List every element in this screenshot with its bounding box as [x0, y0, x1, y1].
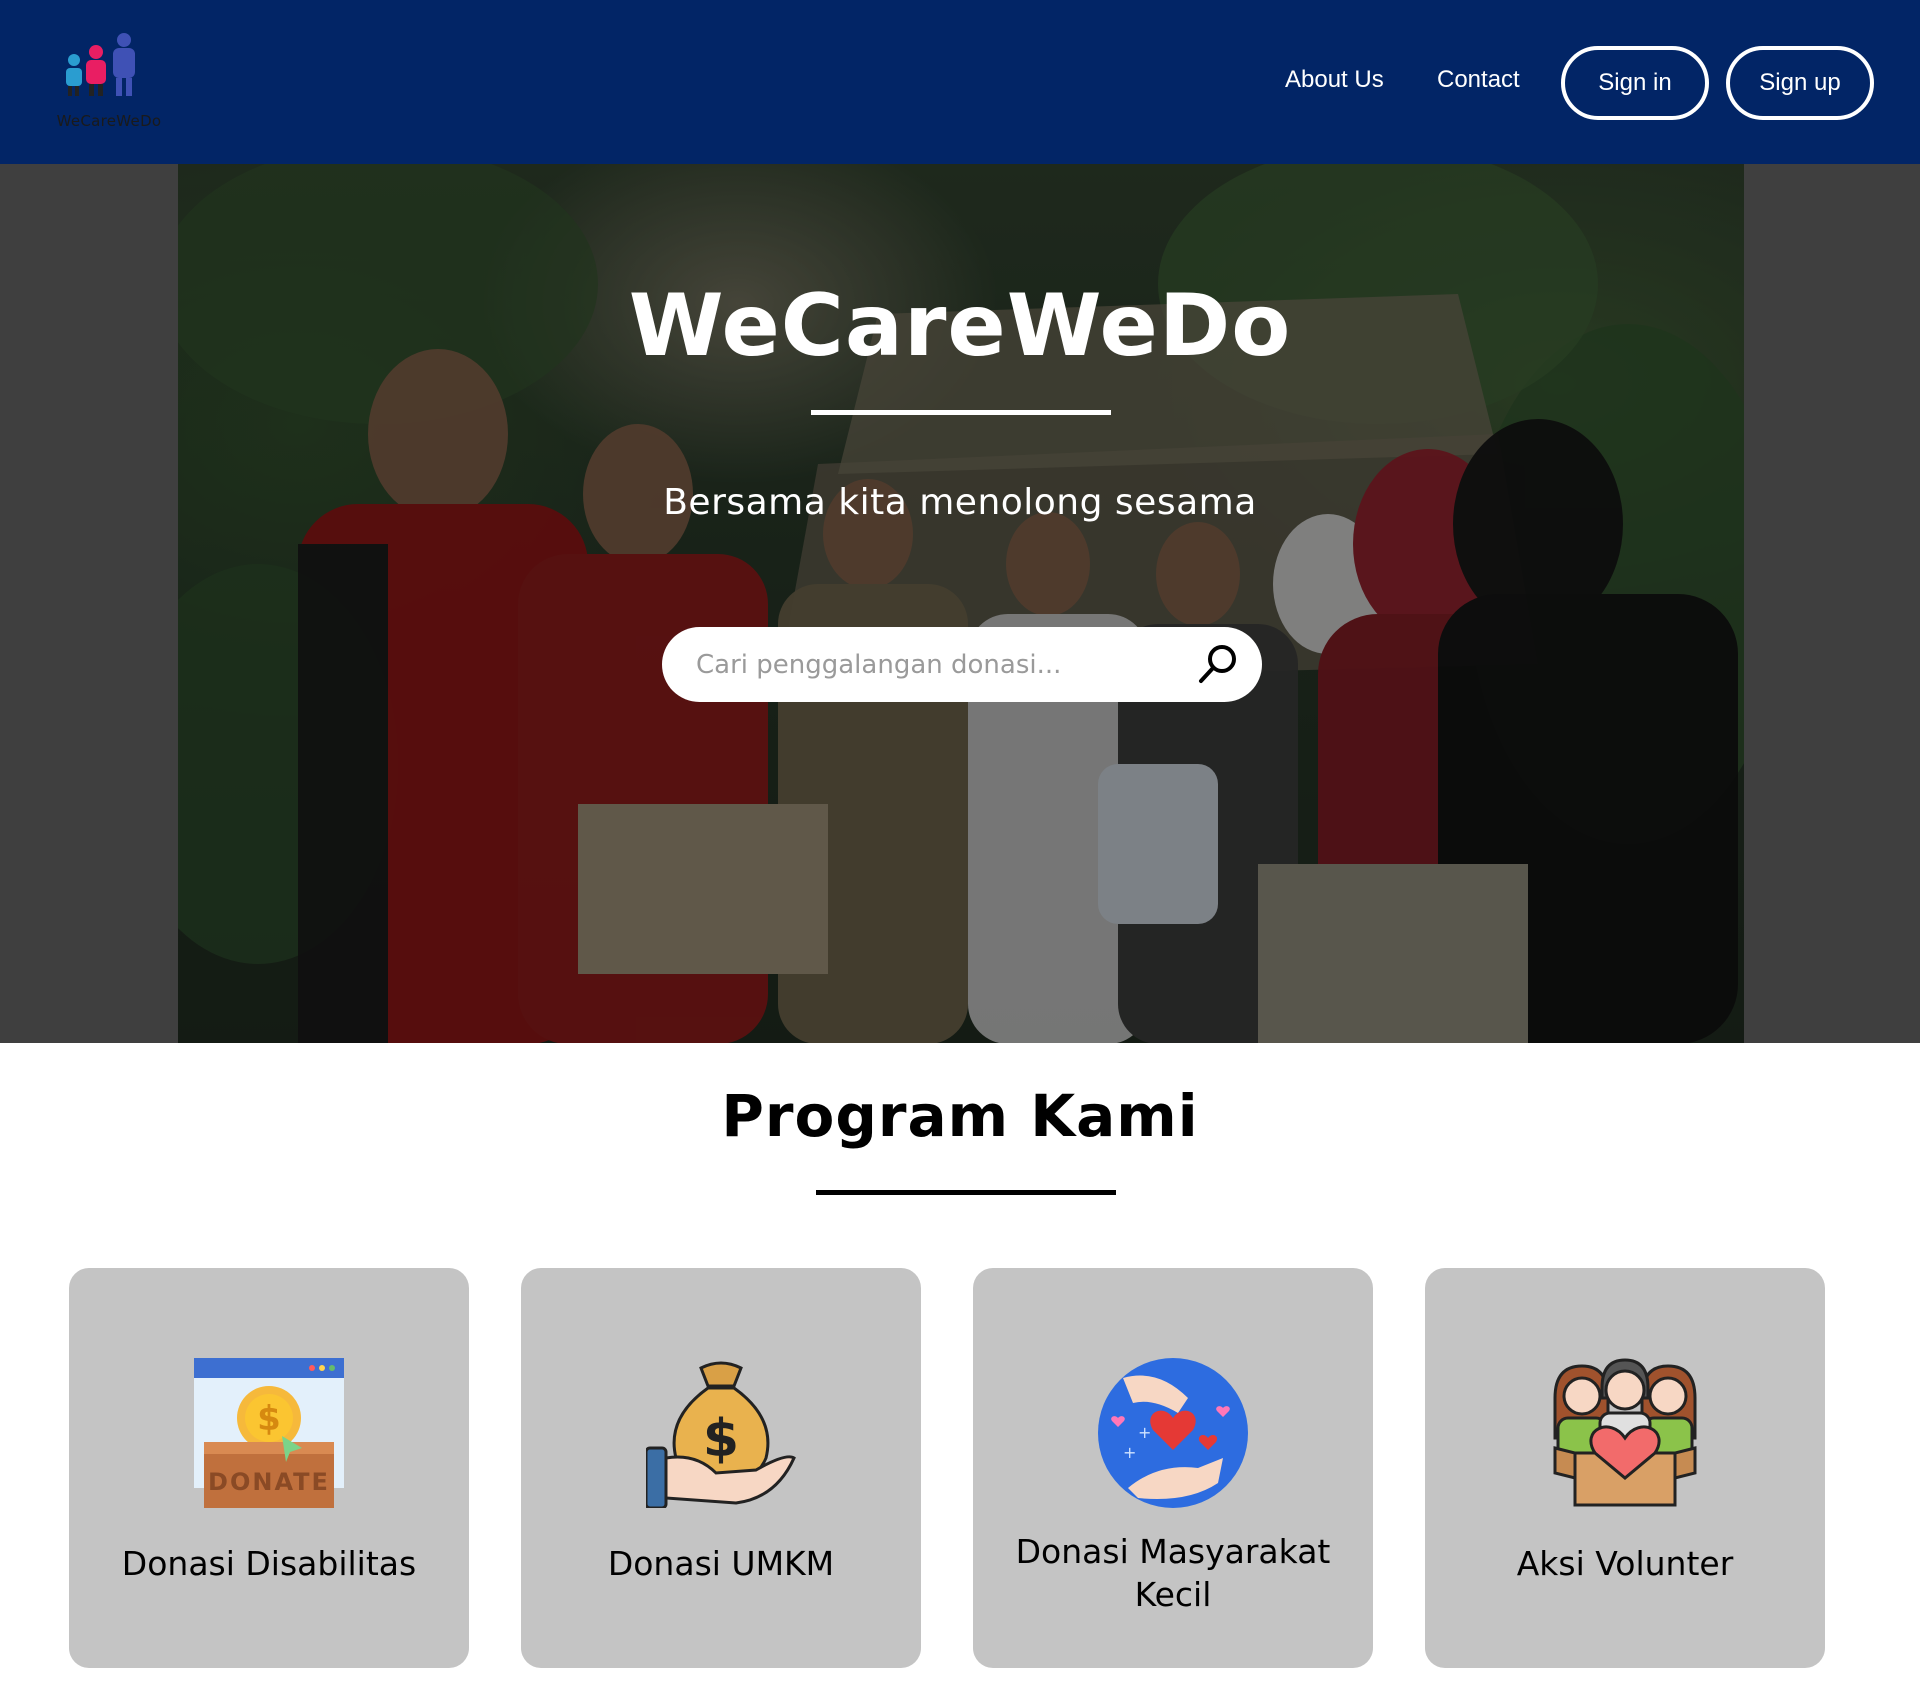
- volunteers-icon: [1553, 1358, 1697, 1507]
- hero-subtitle: Bersama kita menolong sesama: [663, 482, 1257, 523]
- svg-text:$: $: [703, 1409, 739, 1469]
- charity-hands-icon: + +: [1098, 1358, 1248, 1508]
- nav-link-about-us[interactable]: About Us: [1285, 66, 1384, 94]
- svg-text:$: $: [257, 1399, 281, 1439]
- search-bar: [662, 627, 1262, 702]
- hero-title: WeCareWeDo: [628, 276, 1292, 376]
- navbar: WeCareWeDo About Us Contact Sign in Sign…: [0, 0, 1920, 164]
- svg-text:+: +: [1138, 1423, 1151, 1442]
- program-card-label: Donasi UMKM: [607, 1544, 835, 1583]
- nav-link-contact[interactable]: Contact: [1437, 66, 1520, 94]
- svg-text:+: +: [1123, 1443, 1136, 1462]
- program-card-label: Donasi Masyarakat Kecil: [1015, 1532, 1331, 1614]
- family-logo-icon: [66, 33, 135, 96]
- program-card-label: Aksi Volunter: [1516, 1544, 1734, 1583]
- logo[interactable]: WeCareWeDo: [40, 30, 175, 135]
- program-card-donasi-umkm[interactable]: $ Donasi UMKM: [521, 1268, 921, 1668]
- program-card-donasi-masyarakat-kecil[interactable]: + + Donasi Masyarakat Kecil: [973, 1268, 1373, 1668]
- program-card-aksi-volunter[interactable]: Aksi Volunter: [1425, 1268, 1825, 1668]
- sign-up-button[interactable]: Sign up: [1726, 46, 1874, 120]
- hero-divider: [811, 410, 1111, 415]
- program-card-donasi-disabilitas[interactable]: $ DONATE Donasi Disabilitas: [69, 1268, 469, 1668]
- search-input[interactable]: [696, 627, 1176, 702]
- sign-in-button[interactable]: Sign in: [1561, 46, 1709, 120]
- logo-text: WeCareWeDo: [56, 112, 162, 130]
- donate-box-icon: $ DONATE: [194, 1358, 344, 1508]
- programs-divider: [816, 1190, 1116, 1195]
- program-card-label: Donasi Disabilitas: [121, 1544, 417, 1583]
- svg-text:DONATE: DONATE: [208, 1468, 330, 1496]
- programs-title: Program Kami: [721, 1082, 1199, 1150]
- hero-section: WeCareWeDo Bersama kita menolong sesama: [0, 164, 1920, 1043]
- money-bag-icon: $: [646, 1361, 796, 1508]
- search-icon[interactable]: [1195, 641, 1241, 687]
